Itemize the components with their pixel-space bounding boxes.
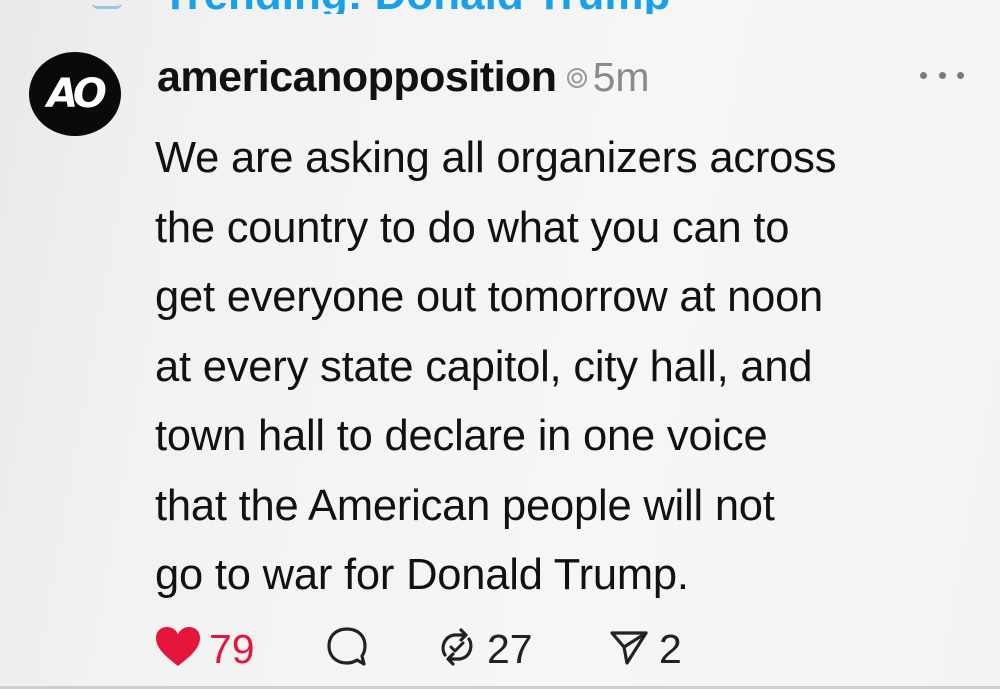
more-options-icon[interactable] <box>920 60 964 90</box>
heart-icon <box>155 626 201 673</box>
post-text-line: town hall to declare in one voice <box>155 412 768 460</box>
username[interactable]: americanopposition <box>157 53 557 102</box>
share-count: 2 <box>659 625 682 672</box>
send-icon <box>607 625 651 674</box>
trending-banner-fragment: Trending: Donald Trump <box>0 0 1000 14</box>
ring-icon <box>565 66 589 95</box>
like-button[interactable]: 79 <box>155 622 255 676</box>
post-text-line: go to war for Donald Trump. <box>155 551 689 599</box>
trending-arrow-icon <box>92 0 122 9</box>
like-count: 79 <box>209 625 255 672</box>
trending-banner-text: Trending: Donald Trump <box>162 0 670 14</box>
post-text-line: that the American people will not <box>155 481 775 530</box>
post-text-line: at every state capitol, city hall, and <box>155 342 813 391</box>
comment-button[interactable] <box>325 622 369 676</box>
avatar[interactable]: AO <box>29 52 121 136</box>
repost-button[interactable]: 27 <box>435 622 533 676</box>
repost-count: 27 <box>487 625 533 672</box>
avatar-text: AO <box>47 71 107 117</box>
post-text-line: get everyone out tomorrow at noon <box>155 273 824 321</box>
post-header: americanopposition 5m <box>157 50 650 104</box>
share-button[interactable]: 2 <box>607 622 682 676</box>
repost-icon <box>435 625 479 674</box>
post-body: We are asking all organizers across the … <box>155 124 985 611</box>
post-text-line: the country to do what you can to <box>155 203 790 252</box>
speech-bubble-icon <box>325 625 369 674</box>
post-actions: 79 27 2 <box>155 622 855 676</box>
post-text-line: We are asking all organizers across <box>155 134 837 182</box>
post-timestamp: 5m <box>592 53 650 100</box>
